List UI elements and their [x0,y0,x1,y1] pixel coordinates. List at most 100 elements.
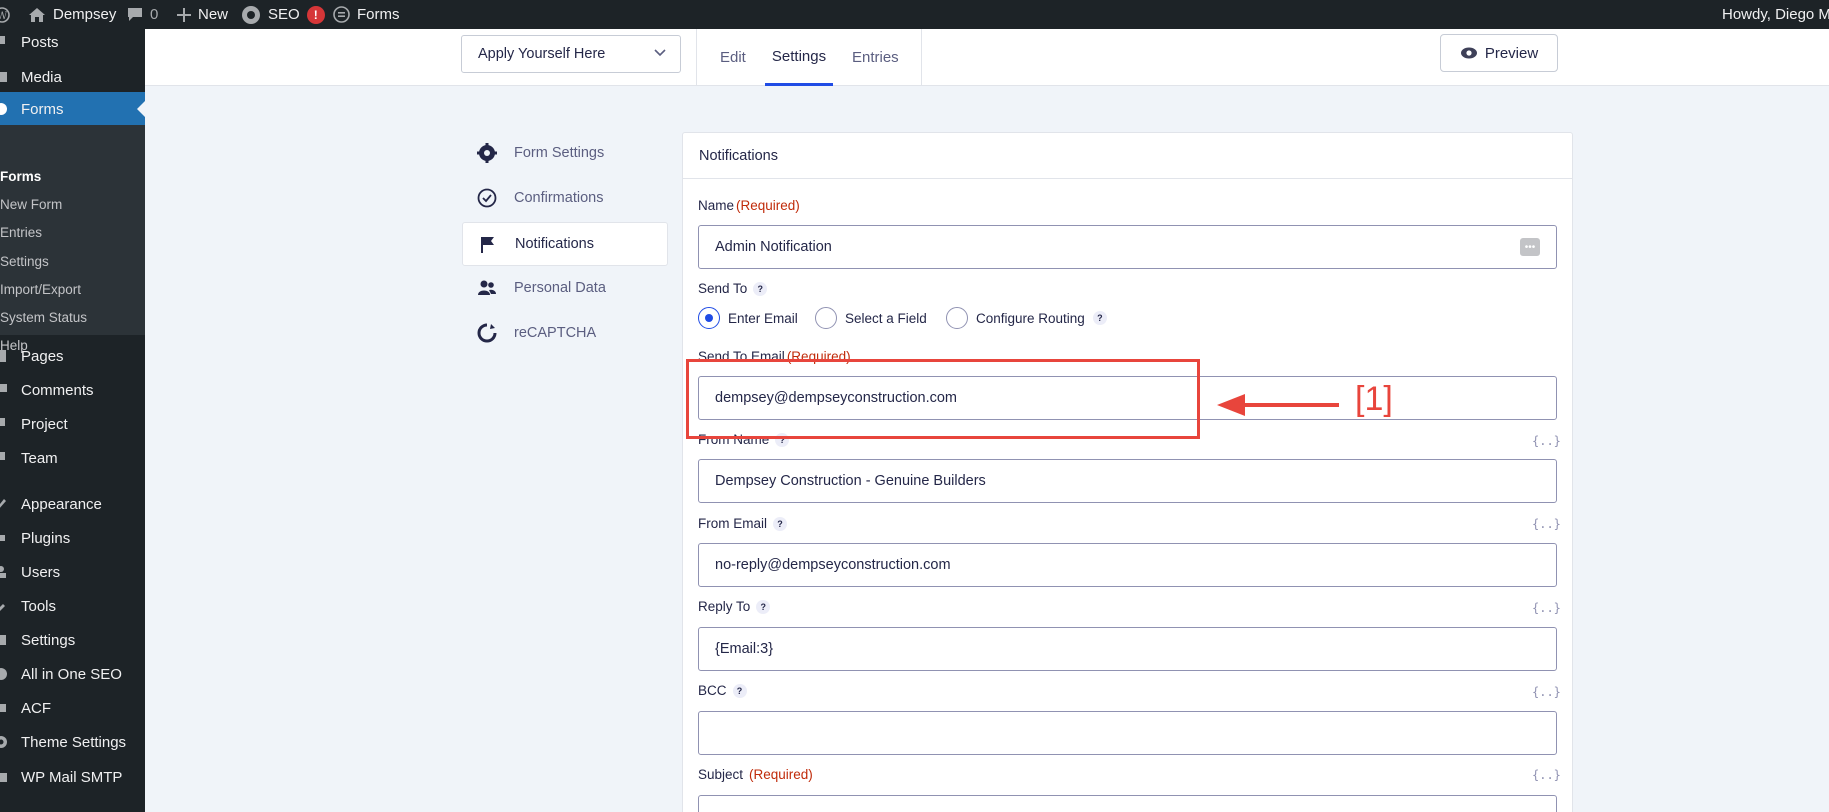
new-label: New [198,6,229,23]
menu-appearance[interactable]: Appearance [0,487,145,521]
from-email-input[interactable]: no-reply@dempseyconstruction.com [698,543,1557,587]
radio-button[interactable] [946,307,968,329]
menu-label: WP Mail SMTP [21,768,123,786]
preview-label: Preview [1484,44,1539,62]
help-icon[interactable]: ? [773,516,788,531]
bcc-input[interactable] [698,711,1557,755]
settings-nav-label: Form Settings [514,145,605,161]
subject-label-text: Subject [698,767,744,782]
form-switcher-select[interactable]: Apply Yourself Here [461,35,681,73]
menu-media[interactable]: Media [0,60,145,94]
from-email-label: From Email? [698,516,788,531]
submenu-new-form[interactable]: New Form [0,197,62,212]
reply-to-input[interactable]: {Email:3} [698,627,1557,671]
menu-tools[interactable]: Tools [0,589,145,623]
comments-link[interactable]: 0 [127,0,158,29]
menu-settings[interactable]: Settings [0,623,145,657]
radio-button-checked[interactable] [698,307,720,329]
name-label-text: Name [698,198,735,213]
settings-nav-label: reCAPTCHA [514,325,597,341]
radio-enter-email[interactable]: Enter Email [698,307,798,329]
settings-nav-label: Confirmations [514,190,604,206]
radio-label: Enter Email [728,310,798,326]
merge-tag-icon[interactable]: {..} [1532,601,1561,615]
merge-tag-icon[interactable]: {..} [1532,685,1561,699]
radio-label: Select a Field [845,310,927,326]
radio-button[interactable] [815,307,837,329]
toolbar-divider [921,29,922,85]
notification-name-value: Admin Notification [715,239,832,255]
reply-to-value: {Email:3} [715,641,774,657]
help-icon[interactable]: ? [1092,311,1107,325]
pin-icon [0,36,5,44]
subject-input[interactable] [698,795,1557,812]
comments-count: 0 [150,6,159,23]
submenu-import-export[interactable]: Import/Export [0,282,81,297]
menu-theme-settings[interactable]: Theme Settings [0,725,145,759]
help-icon[interactable]: ? [732,683,747,698]
reply-to-label: Reply To? [698,599,771,614]
submenu-entries[interactable]: Entries [0,225,42,240]
acf-icon [0,704,6,712]
preview-button[interactable]: Preview [1440,34,1558,72]
menu-users[interactable]: Users [0,555,145,589]
settings-nav-form-settings[interactable]: Form Settings [462,131,668,175]
settings-nav-label: Personal Data [514,280,606,296]
comment-icon [128,8,142,21]
menu-pages[interactable]: Pages [0,339,145,373]
menu-posts[interactable]: Posts [0,29,145,59]
forms-label: Forms [357,6,400,23]
comment-icon [0,384,7,392]
people-icon [478,280,496,295]
menu-label: Settings [21,631,76,649]
required-indicator: (Required) [749,767,813,782]
notification-name-input[interactable]: Admin Notification ••• [698,225,1557,269]
submenu-system-status[interactable]: System Status [0,310,87,325]
merge-tag-icon[interactable]: {..} [1532,517,1561,531]
merge-tag-menu-icon[interactable]: ••• [1520,238,1540,256]
submenu-forms[interactable]: Forms [0,169,41,184]
menu-acf[interactable]: ACF [0,691,145,725]
menu-forms[interactable]: Forms [0,92,145,126]
page-icon [0,350,6,362]
subject-label: Subject (Required) [698,767,813,782]
merge-tag-icon[interactable]: {..} [1532,768,1561,782]
forms-submenu: Forms New Form Entries Settings Import/E… [0,125,145,353]
help-icon[interactable]: ? [753,281,768,296]
admin-sidebar: Posts Media Forms Forms New Form Entries… [0,29,145,812]
help-icon[interactable]: ? [756,599,771,614]
tab-edit[interactable]: Edit [720,29,746,86]
menu-plugins[interactable]: Plugins [0,521,145,555]
site-name-link[interactable]: Dempsey [28,0,116,29]
submenu-settings[interactable]: Settings [0,254,49,269]
gear-icon [477,143,497,163]
bcc-label: BCC? [698,683,747,698]
seo-alert-badge: ! [306,5,325,24]
panel-title: Notifications [683,133,1572,179]
settings-nav-confirmations[interactable]: Confirmations [462,176,668,220]
menu-comments[interactable]: Comments [0,373,145,407]
menu-label: All in One SEO [21,665,122,683]
menu-project[interactable]: Project [0,407,145,441]
from-name-value: Dempsey Construction - Genuine Builders [715,473,986,489]
radio-select-field[interactable]: Select a Field [815,307,927,329]
new-content-link[interactable]: New [177,0,228,29]
forms-menu[interactable]: Forms [333,0,400,29]
settings-nav-recaptcha[interactable]: reCAPTCHA [462,311,668,355]
wordpress-logo-icon[interactable]: W [0,0,10,29]
radio-configure-routing[interactable]: Configure Routing? [946,307,1107,329]
tab-settings[interactable]: Settings [765,29,833,86]
from-name-input[interactable]: Dempsey Construction - Genuine Builders [698,459,1557,503]
menu-wp-mail-smtp[interactable]: WP Mail SMTP [0,760,145,794]
media-icon [0,72,7,82]
menu-all-in-one-seo[interactable]: All in One SEO [0,657,145,691]
settings-nav-notifications[interactable]: Notifications [462,222,668,266]
howdy-text: Howdy, Diego Mo [1722,6,1829,23]
bcc-label-text: BCC [698,683,727,698]
menu-team[interactable]: Team [0,441,145,475]
tab-entries[interactable]: Entries [852,29,899,86]
merge-tag-icon[interactable]: {..} [1532,434,1561,448]
howdy-account[interactable]: Howdy, Diego Mo [1722,0,1829,29]
settings-nav-personal-data[interactable]: Personal Data [462,266,668,310]
seo-menu[interactable]: SEO ! [241,0,325,29]
